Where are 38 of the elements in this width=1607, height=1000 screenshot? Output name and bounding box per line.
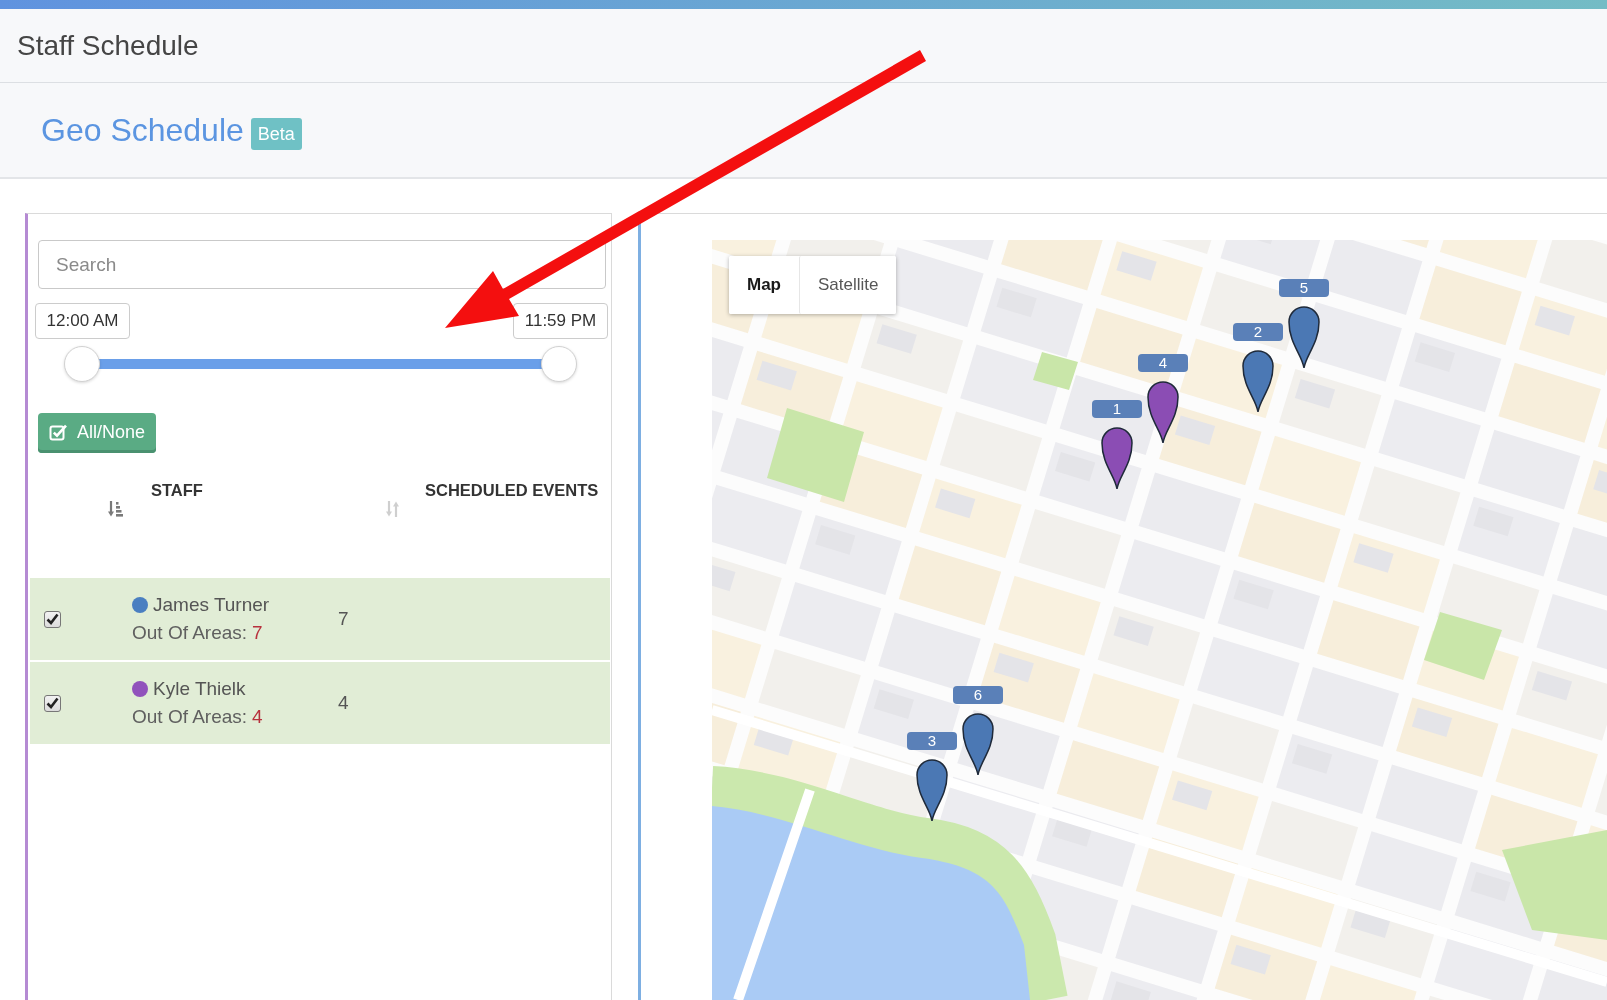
row-checkbox[interactable] — [44, 610, 61, 628]
marker-label[interactable]: 2 — [1233, 323, 1283, 341]
scheduled-events-count: 4 — [338, 692, 349, 714]
search-field[interactable]: Search — [38, 240, 606, 289]
range-handle[interactable] — [541, 346, 577, 382]
map-pin-icon[interactable] — [961, 710, 995, 776]
beta-badge: Beta — [250, 118, 302, 150]
marker-label[interactable]: 5 — [1279, 279, 1329, 297]
marker-label[interactable]: 4 — [1138, 354, 1188, 372]
scheduled-events-count: 7 — [338, 608, 349, 630]
map-type-tab[interactable]: Map — [729, 256, 799, 314]
range-handle[interactable] — [64, 346, 100, 382]
row-checkbox[interactable] — [44, 694, 61, 712]
map-type-tab[interactable]: Satellite — [799, 256, 897, 314]
all-none-button[interactable]: All/None — [38, 413, 157, 453]
map-pin-icon[interactable] — [1287, 303, 1321, 369]
marker-label[interactable]: 6 — [953, 686, 1003, 704]
marker-label[interactable]: 3 — [907, 732, 957, 750]
column-header[interactable]: SCHEDULED EVENTS — [425, 481, 599, 500]
staff-row[interactable]: Kyle Thielk Out Of Areas: 4 4 — [30, 662, 610, 744]
staff-name: James Turner — [153, 593, 270, 617]
staff-row[interactable]: James Turner Out Of Areas: 7 7 — [30, 578, 610, 660]
map-pin-icon[interactable] — [1100, 424, 1134, 490]
out-of-areas-label: Out Of Areas: — [132, 621, 248, 645]
marker-label[interactable]: 1 — [1092, 400, 1142, 418]
map-pin-icon[interactable] — [915, 756, 949, 822]
column-header[interactable]: STAFF — [151, 481, 203, 500]
page-title: Geo Schedule — [41, 111, 244, 149]
check-square-icon — [49, 423, 68, 441]
time-label: 12:00 AM — [35, 303, 130, 339]
sort-descending-icon[interactable] — [108, 500, 123, 518]
out-of-areas-count: 4 — [252, 705, 263, 729]
staff-name: Kyle Thielk — [153, 677, 246, 701]
map-pin-icon[interactable] — [1241, 347, 1275, 413]
map-pin-icon[interactable] — [1146, 378, 1180, 444]
out-of-areas-label: Out Of Areas: — [132, 705, 248, 729]
out-of-areas-count: 7 — [252, 621, 263, 645]
window-title: Staff Schedule — [17, 29, 199, 62]
